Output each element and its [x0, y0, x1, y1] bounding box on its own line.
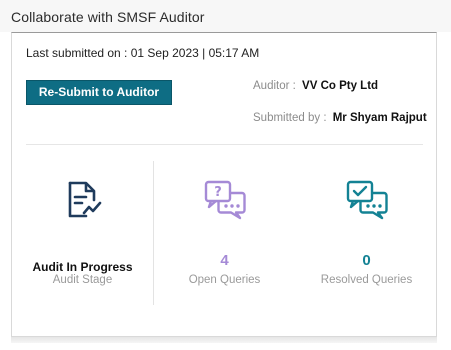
audit-stage-label: Audit Stage [52, 274, 113, 286]
horizontal-divider [26, 144, 423, 145]
widget-title: Collaborate with SMSF Auditor [11, 9, 205, 25]
document-chart-icon [68, 181, 102, 218]
open-queries-label: Open Queries [188, 274, 261, 286]
svg-text:?: ? [214, 185, 222, 200]
check-chat-icon [346, 180, 388, 220]
question-chat-icon: ? [204, 180, 246, 220]
submitted-by-info: Submitted by : Mr Shyam Rajput [253, 112, 427, 124]
open-queries-count[interactable]: 4 [154, 252, 295, 269]
widget-header: Collaborate with SMSF Auditor [0, 0, 451, 32]
resolved-queries-label: Resolved Queries [320, 274, 413, 286]
audit-stage-value: Audit In Progress [32, 260, 133, 274]
auditor-label: Auditor : [253, 80, 296, 92]
last-submitted-text: Last submitted on : 01 Sep 2023 | 05:17 … [26, 46, 260, 60]
submitted-by-label: Submitted by : [253, 112, 327, 124]
card-bottom-edge [11, 337, 437, 343]
submitted-by-value: Mr Shyam Rajput [332, 112, 427, 124]
resubmit-to-auditor-button[interactable]: Re-Submit to Auditor [26, 80, 172, 105]
auditor-info: Auditor : VV Co Pty Ltd [253, 80, 378, 92]
auditor-value: VV Co Pty Ltd [302, 80, 379, 92]
collaborate-card: Last submitted on : 01 Sep 2023 | 05:17 … [11, 32, 437, 337]
resolved-queries-count[interactable]: 0 [295, 252, 438, 269]
